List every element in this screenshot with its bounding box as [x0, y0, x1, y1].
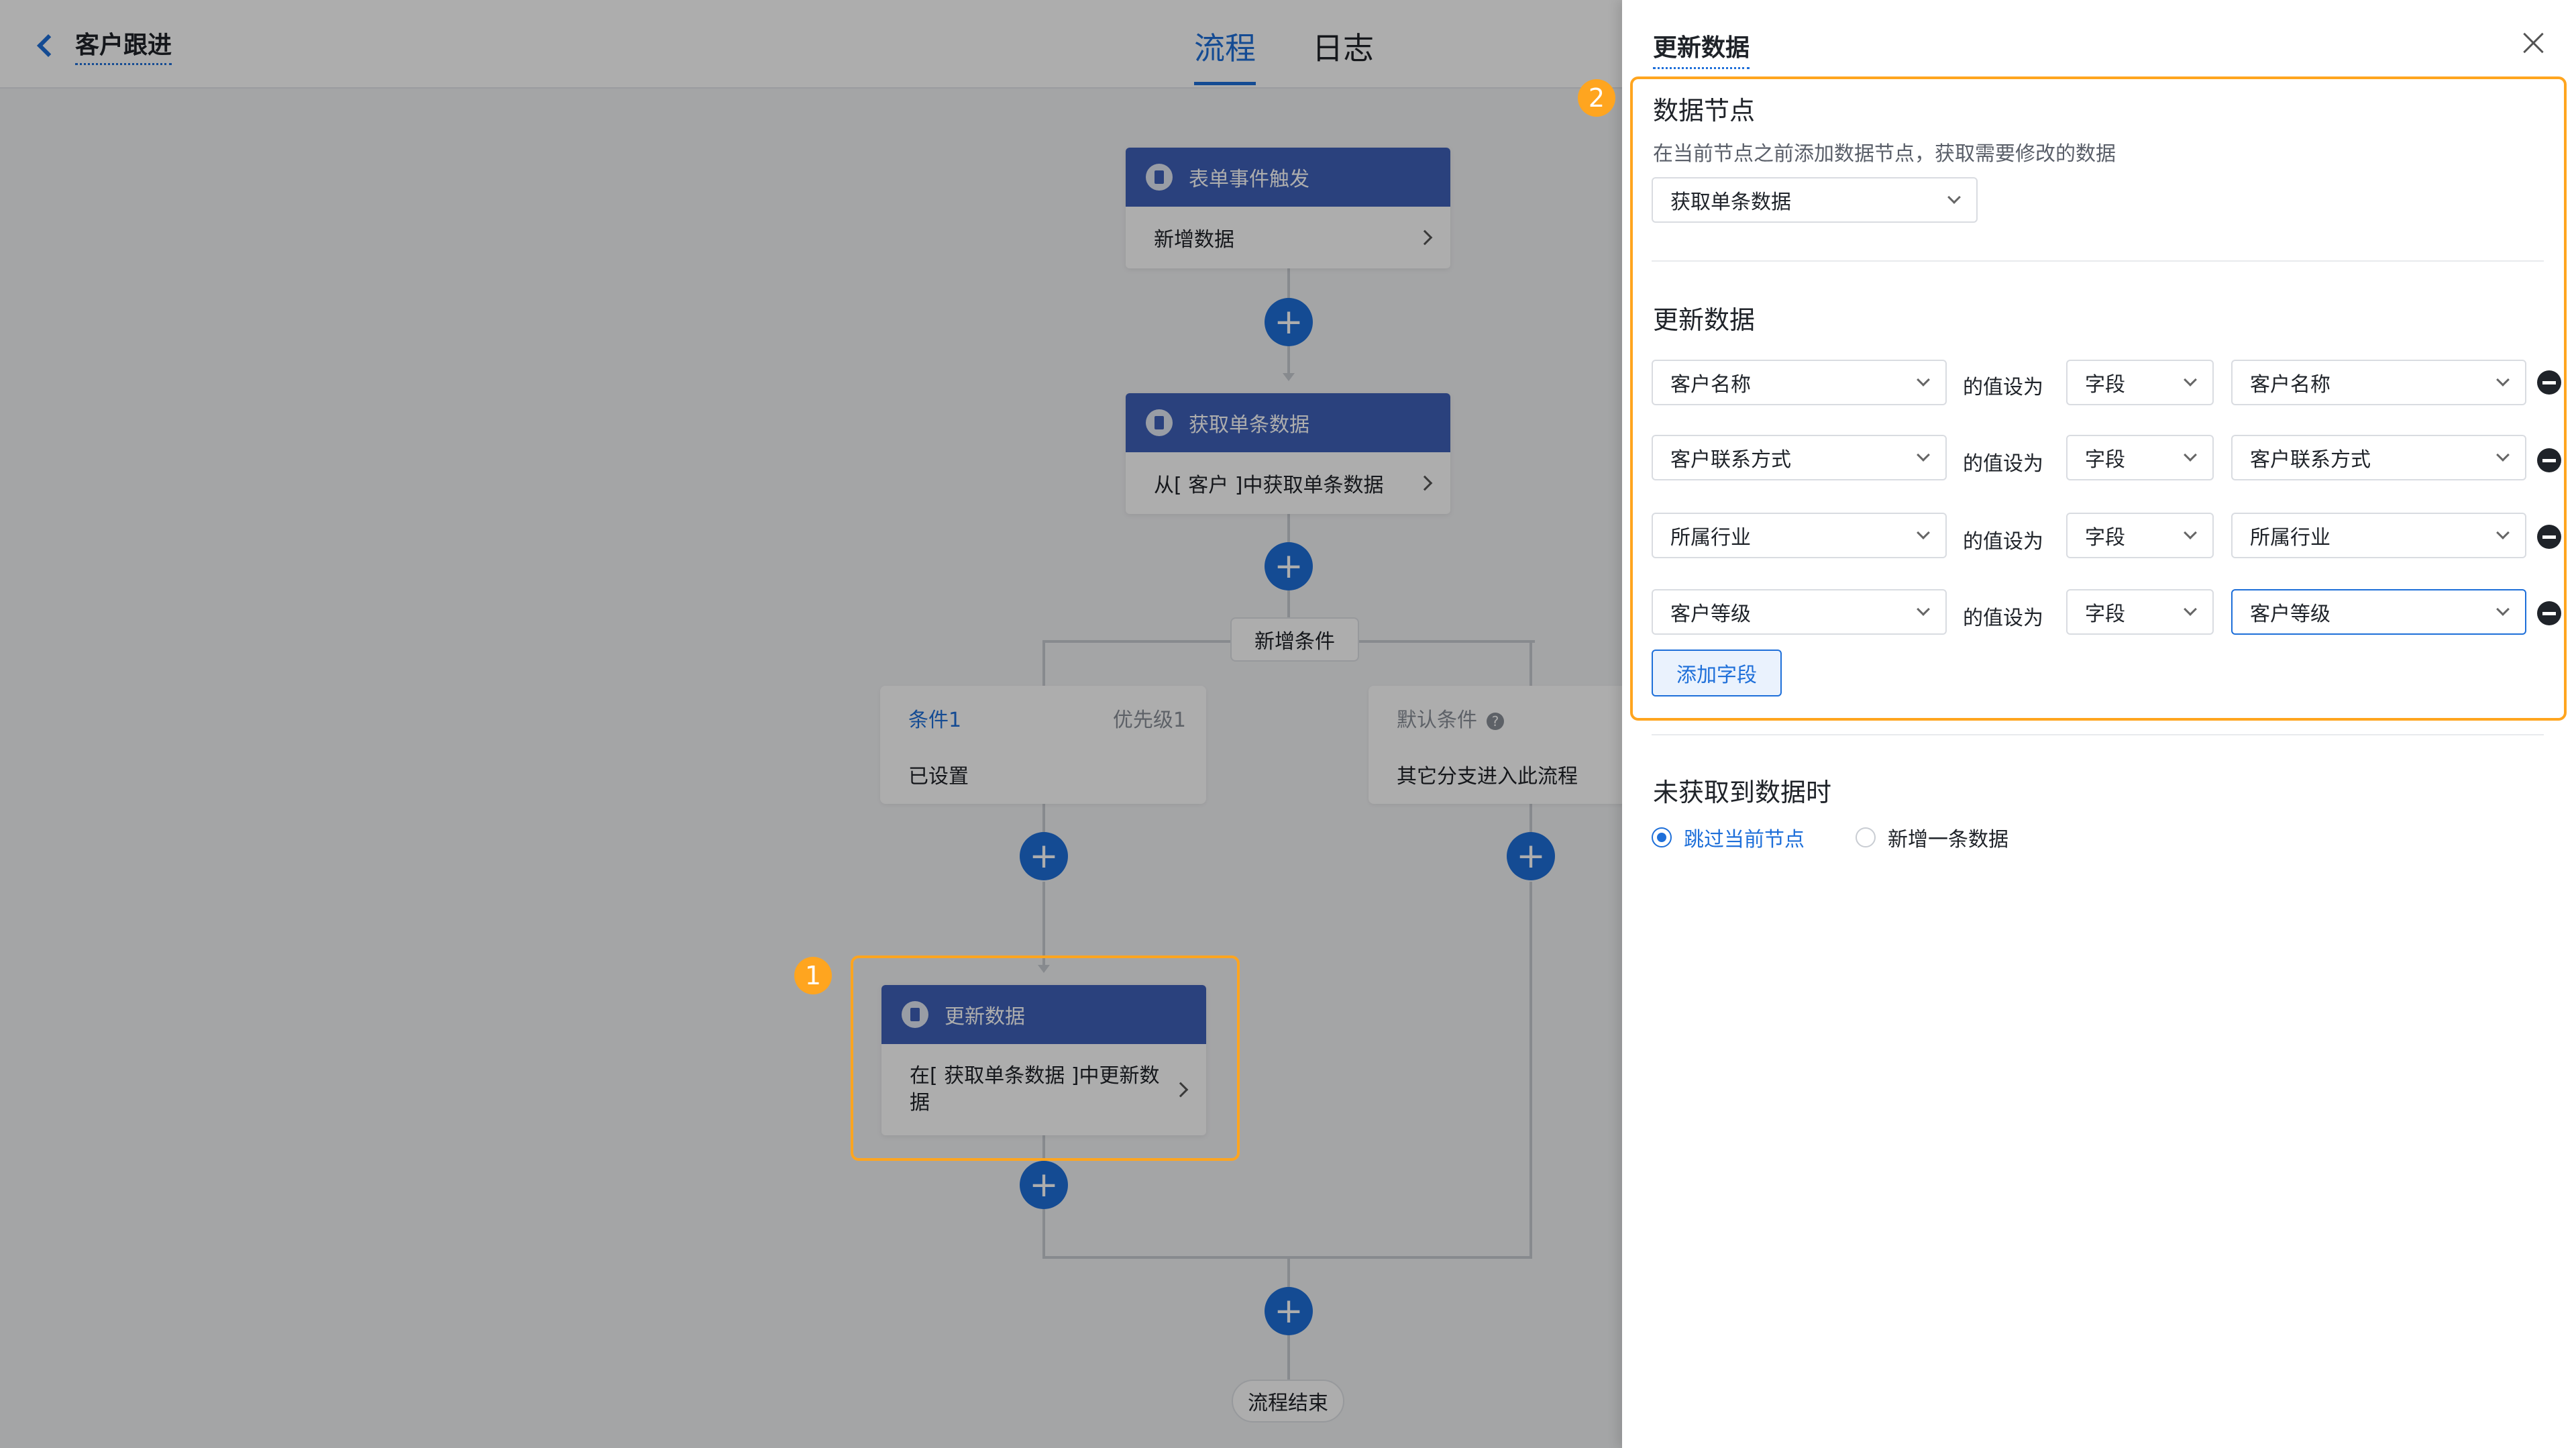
set-value-label: 的值设为 [1963, 376, 2043, 399]
value-select[interactable]: 客户等级 [2231, 589, 2526, 635]
data-node-title: 数据节点 [1653, 96, 1756, 125]
chevron-down-icon [2184, 526, 2197, 539]
no-data-title: 未获取到数据时 [1653, 778, 1832, 807]
select-value: 客户等级 [1670, 603, 1751, 626]
radio-selected-icon[interactable] [1652, 827, 1672, 847]
select-value: 字段 [2085, 373, 2125, 397]
value-select[interactable]: 客户联系方式 [2231, 435, 2526, 480]
value-type-select[interactable]: 字段 [2066, 360, 2214, 405]
chevron-down-icon [2184, 448, 2197, 462]
panel-title: 更新数据 [1653, 28, 1750, 69]
chevron-down-icon [2496, 373, 2510, 386]
value-type-select[interactable]: 字段 [2066, 435, 2214, 480]
close-icon[interactable] [2521, 31, 2545, 55]
radio-skip-node[interactable]: 跳过当前节点 [1652, 823, 1805, 852]
highlight-frame-update-node [851, 955, 1240, 1161]
update-section-title: 更新数据 [1653, 305, 1756, 335]
select-value: 所属行业 [2250, 526, 2330, 550]
remove-row-button[interactable] [2537, 525, 2561, 549]
field-select[interactable]: 客户等级 [1652, 589, 1947, 635]
field-select[interactable]: 客户联系方式 [1652, 435, 1947, 480]
value-select[interactable]: 客户名称 [2231, 360, 2526, 405]
radio-label: 跳过当前节点 [1684, 828, 1805, 851]
chevron-down-icon [1917, 448, 1930, 462]
chevron-down-icon [2496, 603, 2510, 616]
step-badge-1: 1 [794, 957, 832, 994]
radio-add-record[interactable]: 新增一条数据 [1856, 823, 2008, 852]
select-value: 客户名称 [2250, 373, 2330, 397]
remove-row-button[interactable] [2537, 448, 2561, 472]
remove-row-button[interactable] [2537, 370, 2561, 395]
select-value: 字段 [2085, 448, 2125, 472]
field-select[interactable]: 客户名称 [1652, 360, 1947, 405]
add-field-label: 添加字段 [1676, 664, 1757, 687]
chevron-down-icon [1947, 191, 1961, 204]
set-value-label: 的值设为 [1963, 607, 2043, 630]
add-field-button[interactable]: 添加字段 [1652, 650, 1782, 696]
divider [1652, 260, 2544, 262]
radio-unselected-icon[interactable] [1856, 827, 1876, 847]
select-value: 所属行业 [1670, 526, 1751, 550]
data-node-hint: 在当前节点之前添加数据节点，获取需要修改的数据 [1653, 142, 2116, 166]
data-node-select[interactable]: 获取单条数据 [1652, 177, 1978, 223]
value-type-select[interactable]: 字段 [2066, 513, 2214, 558]
set-value-label: 的值设为 [1963, 530, 2043, 554]
select-value: 字段 [2085, 526, 2125, 550]
chevron-down-icon [1917, 373, 1930, 386]
select-value: 字段 [2085, 603, 2125, 626]
chevron-down-icon [2496, 448, 2510, 462]
chevron-down-icon [2184, 373, 2197, 386]
divider [1652, 734, 2544, 735]
value-select[interactable]: 所属行业 [2231, 513, 2526, 558]
select-value: 客户等级 [2250, 603, 2330, 626]
chevron-down-icon [2496, 526, 2510, 539]
modal-overlay[interactable] [0, 0, 1622, 1448]
chevron-down-icon [2184, 603, 2197, 616]
select-value: 客户名称 [1670, 373, 1751, 397]
remove-row-button[interactable] [2537, 601, 2561, 625]
flow-canvas: 客户跟进 流程 日志 表单事件触发 新增数据 + 获取单条数据 从[客户]中… [0, 0, 1622, 1448]
field-select[interactable]: 所属行业 [1652, 513, 1947, 558]
chevron-down-icon [1917, 603, 1930, 616]
radio-label: 新增一条数据 [1888, 828, 2008, 851]
value-type-select[interactable]: 字段 [2066, 589, 2214, 635]
set-value-label: 的值设为 [1963, 452, 2043, 476]
step-badge-2: 2 [1578, 79, 1615, 117]
chevron-down-icon [1917, 526, 1930, 539]
select-value: 客户联系方式 [2250, 448, 2371, 472]
step-number: 1 [804, 961, 822, 990]
step-number: 2 [1588, 83, 1605, 113]
select-value: 客户联系方式 [1670, 448, 1791, 472]
select-value: 获取单条数据 [1670, 191, 1791, 214]
